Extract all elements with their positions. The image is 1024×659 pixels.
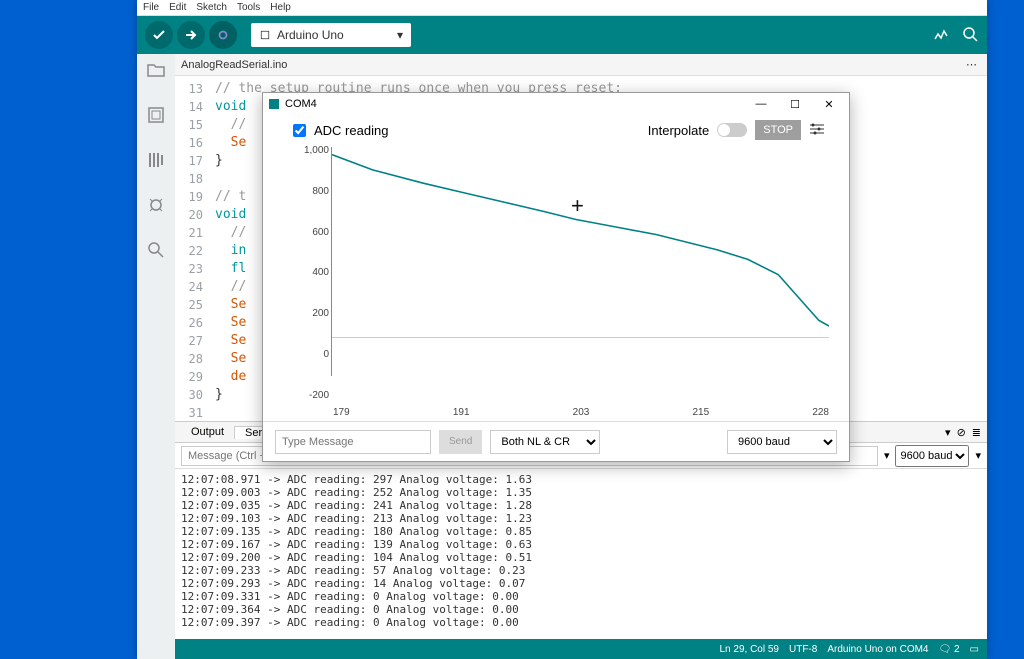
plotter-bottom-bar: Send Both NL & CR 9600 baud: [263, 421, 849, 461]
interpolate-toggle[interactable]: [717, 123, 747, 137]
menu-edit[interactable]: Edit: [169, 2, 186, 13]
boards-icon[interactable]: [146, 105, 166, 128]
verify-button[interactable]: [145, 21, 173, 49]
plotter-controls: ADC reading Interpolate STOP: [263, 115, 849, 145]
encoding: UTF-8: [789, 644, 817, 655]
window-title: COM4: [285, 98, 317, 110]
minimize-button[interactable]: —: [747, 98, 775, 110]
editor-tab[interactable]: AnalogReadSerial.ino: [181, 59, 287, 71]
serial-monitor-icon[interactable]: [961, 25, 979, 46]
debug-button[interactable]: [209, 21, 237, 49]
menu-help[interactable]: Help: [270, 2, 291, 13]
line-ending-select[interactable]: Both NL & CR: [490, 430, 600, 454]
x-axis-labels: 179191203215228: [333, 407, 829, 421]
cursor-position: Ln 29, Col 59: [719, 644, 779, 655]
plotter-message-input[interactable]: [275, 430, 431, 454]
stop-button[interactable]: STOP: [755, 120, 801, 140]
tab-overflow-icon[interactable]: ⋯: [966, 58, 987, 71]
close-button[interactable]: ✕: [815, 98, 843, 111]
serial-plotter-icon[interactable]: [933, 25, 951, 46]
search-icon[interactable]: [146, 240, 166, 263]
folder-icon[interactable]: [146, 60, 166, 83]
series-visible-checkbox[interactable]: [293, 124, 306, 137]
serial-plotter-window: COM4 — ☐ ✕ ADC reading Interpolate STOP …: [262, 92, 850, 462]
debug-icon[interactable]: [146, 195, 166, 218]
menu-sketch[interactable]: Sketch: [196, 2, 227, 13]
menu-file[interactable]: File: [143, 2, 159, 13]
plotter-baud-select[interactable]: 9600 baud: [727, 430, 837, 454]
chart-area[interactable]: 1,0008006004002000-200 179191203215228 +: [293, 145, 829, 421]
interpolate-label: Interpolate: [648, 123, 709, 138]
editor-tab-bar: AnalogReadSerial.ino ⋯: [175, 54, 987, 76]
toolbar: Arduino Uno ▾: [137, 16, 987, 54]
activity-bar: [137, 54, 175, 659]
close-panel-icon[interactable]: ▭: [970, 644, 979, 655]
chevron-down-icon: ▾: [397, 28, 403, 42]
no-entry-icon[interactable]: ⊘: [957, 426, 966, 439]
notifications-count[interactable]: 🗨 2: [939, 644, 960, 655]
port-status[interactable]: Arduino Uno on COM4: [827, 644, 928, 655]
app-icon: [269, 99, 279, 109]
chart-svg: [331, 147, 829, 376]
board-selector[interactable]: Arduino Uno ▾: [251, 23, 411, 47]
send-button[interactable]: Send: [439, 430, 482, 454]
series-label: ADC reading: [314, 123, 388, 138]
library-icon[interactable]: [146, 150, 166, 173]
settings-icon[interactable]: [809, 122, 825, 139]
columns-icon[interactable]: ≣: [972, 426, 981, 439]
chevron-down-icon[interactable]: ▾: [975, 449, 981, 462]
board-icon: [259, 29, 271, 41]
board-label: Arduino Uno: [277, 28, 344, 42]
chevron-down-icon[interactable]: ▾: [945, 426, 951, 439]
status-bar: Ln 29, Col 59 UTF-8 Arduino Uno on COM4 …: [175, 639, 987, 659]
output-tab[interactable]: Output: [181, 426, 234, 438]
menu-bar: File Edit Sketch Tools Help: [137, 0, 987, 16]
menu-tools[interactable]: Tools: [237, 2, 260, 13]
y-axis-labels: 1,0008006004002000-200: [289, 145, 329, 401]
maximize-button[interactable]: ☐: [781, 98, 809, 111]
plotter-title-bar[interactable]: COM4 — ☐ ✕: [263, 93, 849, 115]
serial-baud-select[interactable]: 9600 baud: [895, 445, 969, 467]
upload-button[interactable]: [177, 21, 205, 49]
chevron-down-icon[interactable]: ▾: [884, 449, 890, 462]
serial-output[interactable]: 12:07:08.971 -> ADC reading: 297 Analog …: [175, 469, 987, 639]
